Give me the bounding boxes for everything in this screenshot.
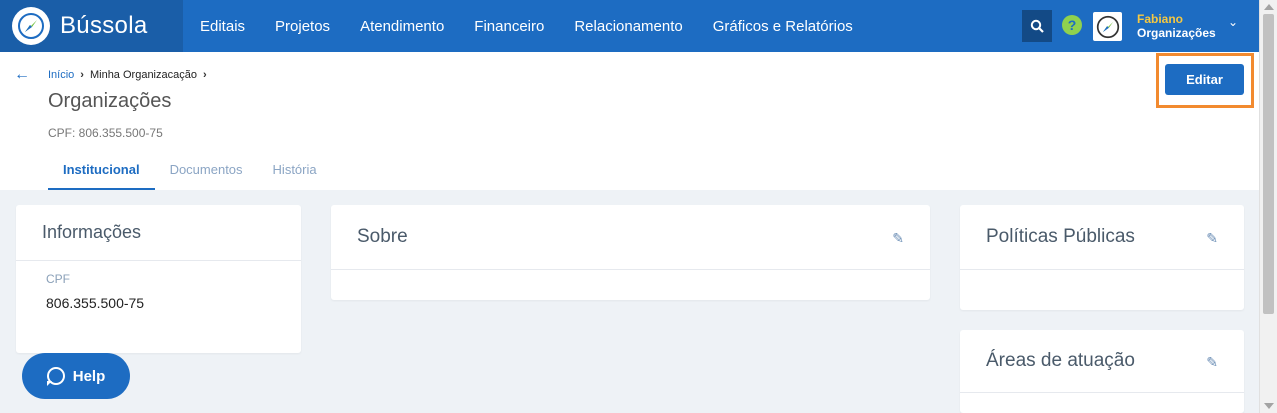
page-header: ← Início › Minha Organizacação › Organiz… [0, 52, 1259, 190]
edit-button[interactable]: Editar [1165, 64, 1244, 95]
card-title: Áreas de atuação [960, 330, 1244, 393]
scroll-thumb[interactable] [1263, 14, 1274, 314]
nav-item-projetos[interactable]: Projetos [275, 18, 330, 35]
tab-documentos[interactable]: Documentos [155, 156, 258, 190]
chat-bubble-icon [46, 367, 65, 386]
help-label: Help [72, 367, 106, 385]
tabs: Institucional Documentos História [48, 156, 332, 190]
nav-item-editais[interactable]: Editais [200, 18, 245, 35]
breadcrumb-separator-icon: › [202, 69, 207, 81]
brand-name: Bússola [60, 12, 148, 39]
help-button[interactable]: Help [22, 353, 130, 399]
compass-avatar-icon [1096, 15, 1119, 38]
areas-card: Áreas de atuação ✎ [960, 330, 1244, 413]
cpf-value: 806.355.500-75 [46, 295, 145, 311]
nav-item-graficos[interactable]: Gráficos e Relatórios [713, 18, 853, 35]
tab-historia[interactable]: História [258, 156, 332, 190]
main-nav: Editais Projetos Atendimento Financeiro … [200, 0, 883, 52]
breadcrumb-separator-icon: › [80, 69, 84, 81]
arrow-left-icon[interactable]: ← [14, 66, 30, 84]
user-org[interactable]: Organizações [1137, 26, 1216, 40]
pencil-icon[interactable]: ✎ [1206, 230, 1218, 247]
scrollbar[interactable] [1259, 0, 1277, 413]
breadcrumb-current[interactable]: Minha Organizacação [90, 69, 197, 81]
breadcrumb: Início › Minha Organizacação › [48, 69, 213, 81]
user-name[interactable]: Fabiano [1137, 12, 1183, 26]
edit-button-highlight: Editar [1156, 53, 1254, 108]
nav-item-financeiro[interactable]: Financeiro [474, 18, 544, 35]
compass-logo-icon [12, 7, 50, 45]
breadcrumb-home[interactable]: Início [48, 69, 74, 81]
scroll-up-arrow-icon[interactable] [1264, 4, 1274, 10]
page-title: Organizações [48, 90, 172, 112]
tab-institucional[interactable]: Institucional [48, 156, 155, 190]
cpf-label: CPF [46, 272, 70, 286]
avatar[interactable] [1093, 12, 1122, 41]
card-title: Sobre [331, 205, 930, 270]
pencil-icon[interactable]: ✎ [1206, 354, 1218, 371]
politicas-card: Políticas Públicas ✎ [960, 205, 1244, 310]
pencil-icon[interactable]: ✎ [892, 230, 904, 247]
nav-item-relacionamento[interactable]: Relacionamento [574, 18, 682, 35]
cpf-subtitle: CPF: 806.355.500-75 [48, 126, 163, 140]
nav-item-atendimento[interactable]: Atendimento [360, 18, 444, 35]
chevron-down-icon[interactable]: ⌄ [1228, 15, 1238, 29]
search-icon [1030, 19, 1044, 33]
top-navbar: Bússola Editais Projetos Atendimento Fin… [0, 0, 1259, 52]
card-title: Informações [16, 205, 301, 261]
sobre-card: Sobre ✎ [331, 205, 930, 300]
question-icon[interactable]: ? [1062, 15, 1082, 35]
brand[interactable]: Bússola [0, 0, 183, 52]
card-title: Políticas Públicas [960, 205, 1244, 270]
informacoes-card: Informações CPF 806.355.500-75 [16, 205, 301, 353]
search-button[interactable] [1022, 10, 1052, 42]
scroll-down-arrow-icon[interactable] [1264, 403, 1274, 409]
